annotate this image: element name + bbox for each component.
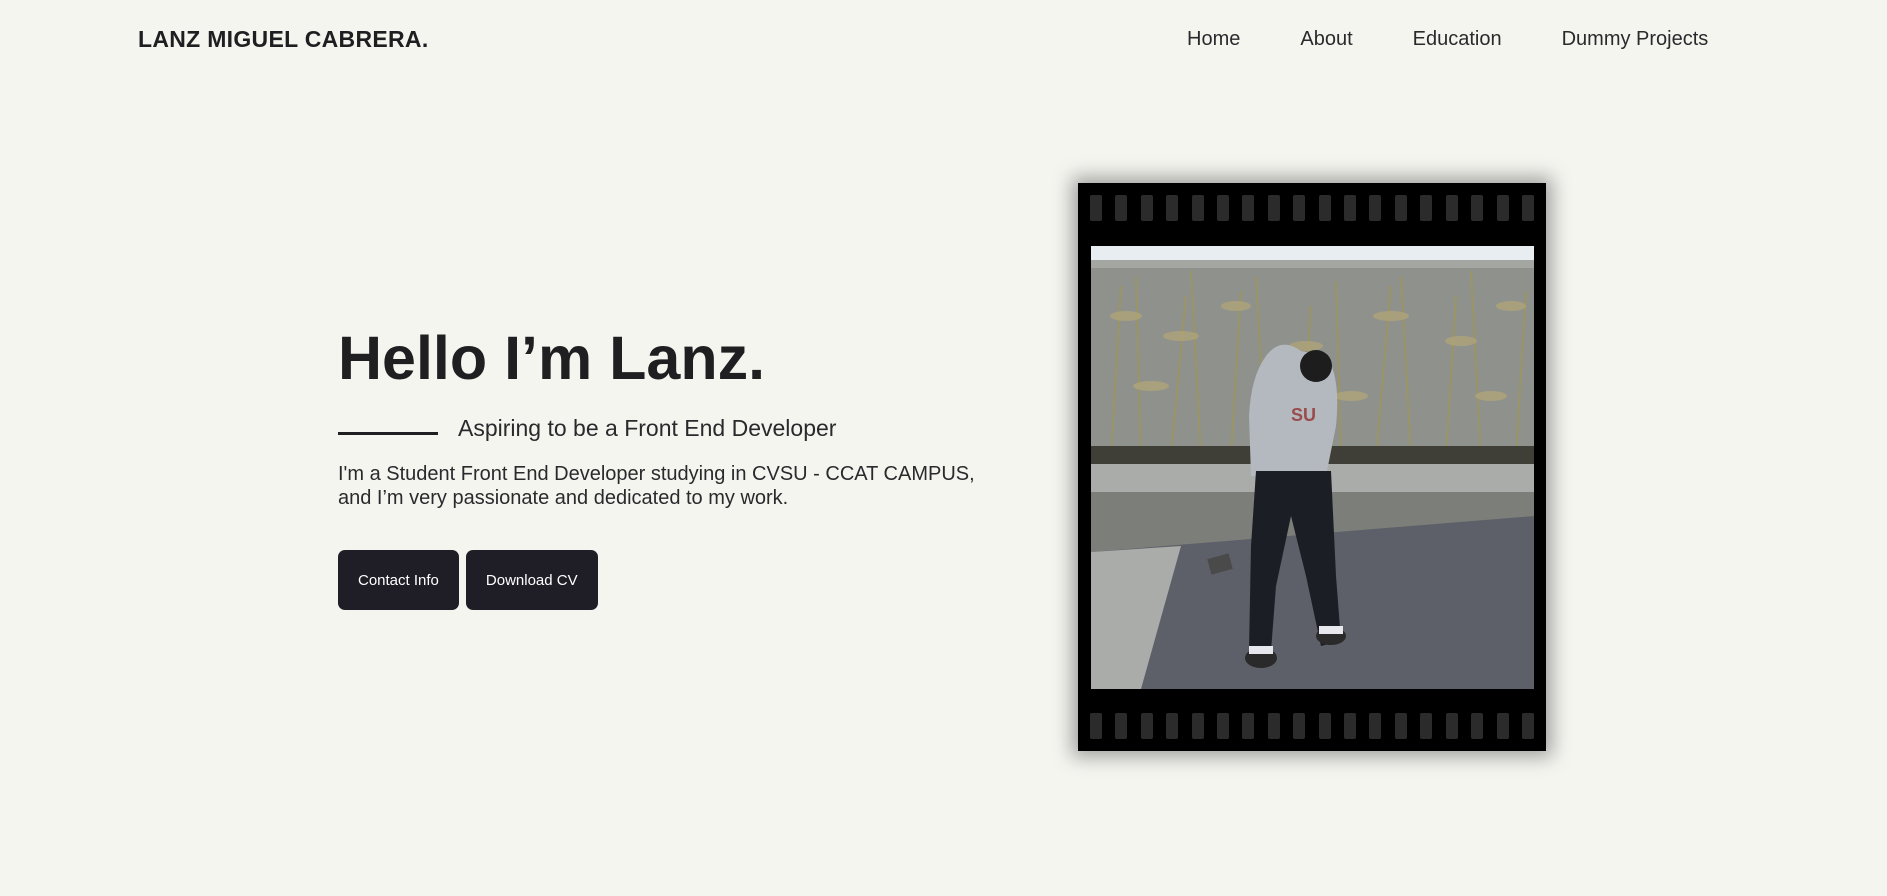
film-sprocket-hole: [1318, 195, 1331, 221]
subtitle-row: Aspiring to be a Front End Developer: [338, 415, 1038, 442]
film-sprocket-hole: [1293, 713, 1306, 739]
film-sprocket-hole: [1217, 713, 1230, 739]
navbar: LANZ MIGUEL CABRERA. Home About Educatio…: [0, 0, 1887, 80]
film-sprocket-hole: [1420, 713, 1433, 739]
film-strip-frame: SU: [1078, 183, 1546, 751]
subtitle-divider: [338, 432, 438, 436]
film-sprocket-hole: [1318, 713, 1331, 739]
film-sprocket-hole: [1369, 195, 1382, 221]
film-sprocket-hole: [1166, 713, 1179, 739]
film-sprocket-hole: [1166, 195, 1179, 221]
film-sprocket-hole: [1140, 195, 1153, 221]
film-sprockets-top: [1090, 195, 1534, 221]
film-sprocket-hole: [1242, 195, 1255, 221]
film-sprocket-hole: [1369, 713, 1382, 739]
film-sprocket-hole: [1496, 713, 1509, 739]
hero-subtitle: Aspiring to be a Front End Developer: [458, 415, 837, 442]
film-sprocket-hole: [1445, 195, 1458, 221]
film-sprocket-hole: [1267, 713, 1280, 739]
nav-links: Home About Education Dummy Projects: [1187, 28, 1708, 51]
film-sprocket-hole: [1115, 195, 1128, 221]
description-line-2: and I’m very passionate and dedicated to…: [338, 487, 789, 510]
film-sprocket-hole: [1521, 195, 1534, 221]
hero-description: I'm a Student Front End Developer studyi…: [338, 462, 998, 510]
nav-link-education[interactable]: Education: [1413, 28, 1502, 51]
nav-link-about[interactable]: About: [1300, 28, 1352, 51]
film-sprocket-hole: [1293, 195, 1306, 221]
film-sprocket-hole: [1191, 713, 1204, 739]
download-cv-button[interactable]: Download CV: [465, 550, 598, 611]
film-sprocket-hole: [1267, 195, 1280, 221]
description-line-1: I'm a Student Front End Developer studyi…: [338, 463, 975, 486]
contact-info-button[interactable]: Contact Info: [338, 550, 459, 611]
profile-photo: SU: [1091, 246, 1534, 689]
hero-buttons: Contact Info Download CV: [338, 550, 1038, 611]
film-sprocket-hole: [1521, 713, 1534, 739]
film-sprocket-hole: [1420, 195, 1433, 221]
film-sprocket-hole: [1445, 713, 1458, 739]
film-sprocket-hole: [1344, 713, 1357, 739]
film-sprocket-hole: [1140, 713, 1153, 739]
film-sprocket-hole: [1090, 195, 1102, 221]
film-sprocket-hole: [1394, 713, 1407, 739]
film-sprocket-hole: [1471, 713, 1484, 739]
film-sprocket-hole: [1191, 195, 1204, 221]
hero-section: Hello I’m Lanz. Aspiring to be a Front E…: [338, 322, 1038, 611]
film-sprocket-hole: [1090, 713, 1102, 739]
film-sprocket-hole: [1242, 713, 1255, 739]
film-sprocket-hole: [1471, 195, 1484, 221]
film-sprocket-hole: [1394, 195, 1407, 221]
film-sprocket-hole: [1217, 195, 1230, 221]
film-sprocket-hole: [1115, 713, 1128, 739]
hero-title: Hello I’m Lanz.: [338, 324, 766, 392]
film-sprockets-bottom: [1090, 713, 1534, 739]
film-sprocket-hole: [1344, 195, 1357, 221]
person-photo-icon: SU: [1091, 246, 1534, 689]
brand-logo[interactable]: LANZ MIGUEL CABRERA.: [138, 26, 429, 53]
nav-link-home[interactable]: Home: [1187, 28, 1240, 51]
nav-link-dummy-projects[interactable]: Dummy Projects: [1562, 28, 1709, 51]
svg-text:SU: SU: [1291, 405, 1316, 425]
film-sprocket-hole: [1496, 195, 1509, 221]
